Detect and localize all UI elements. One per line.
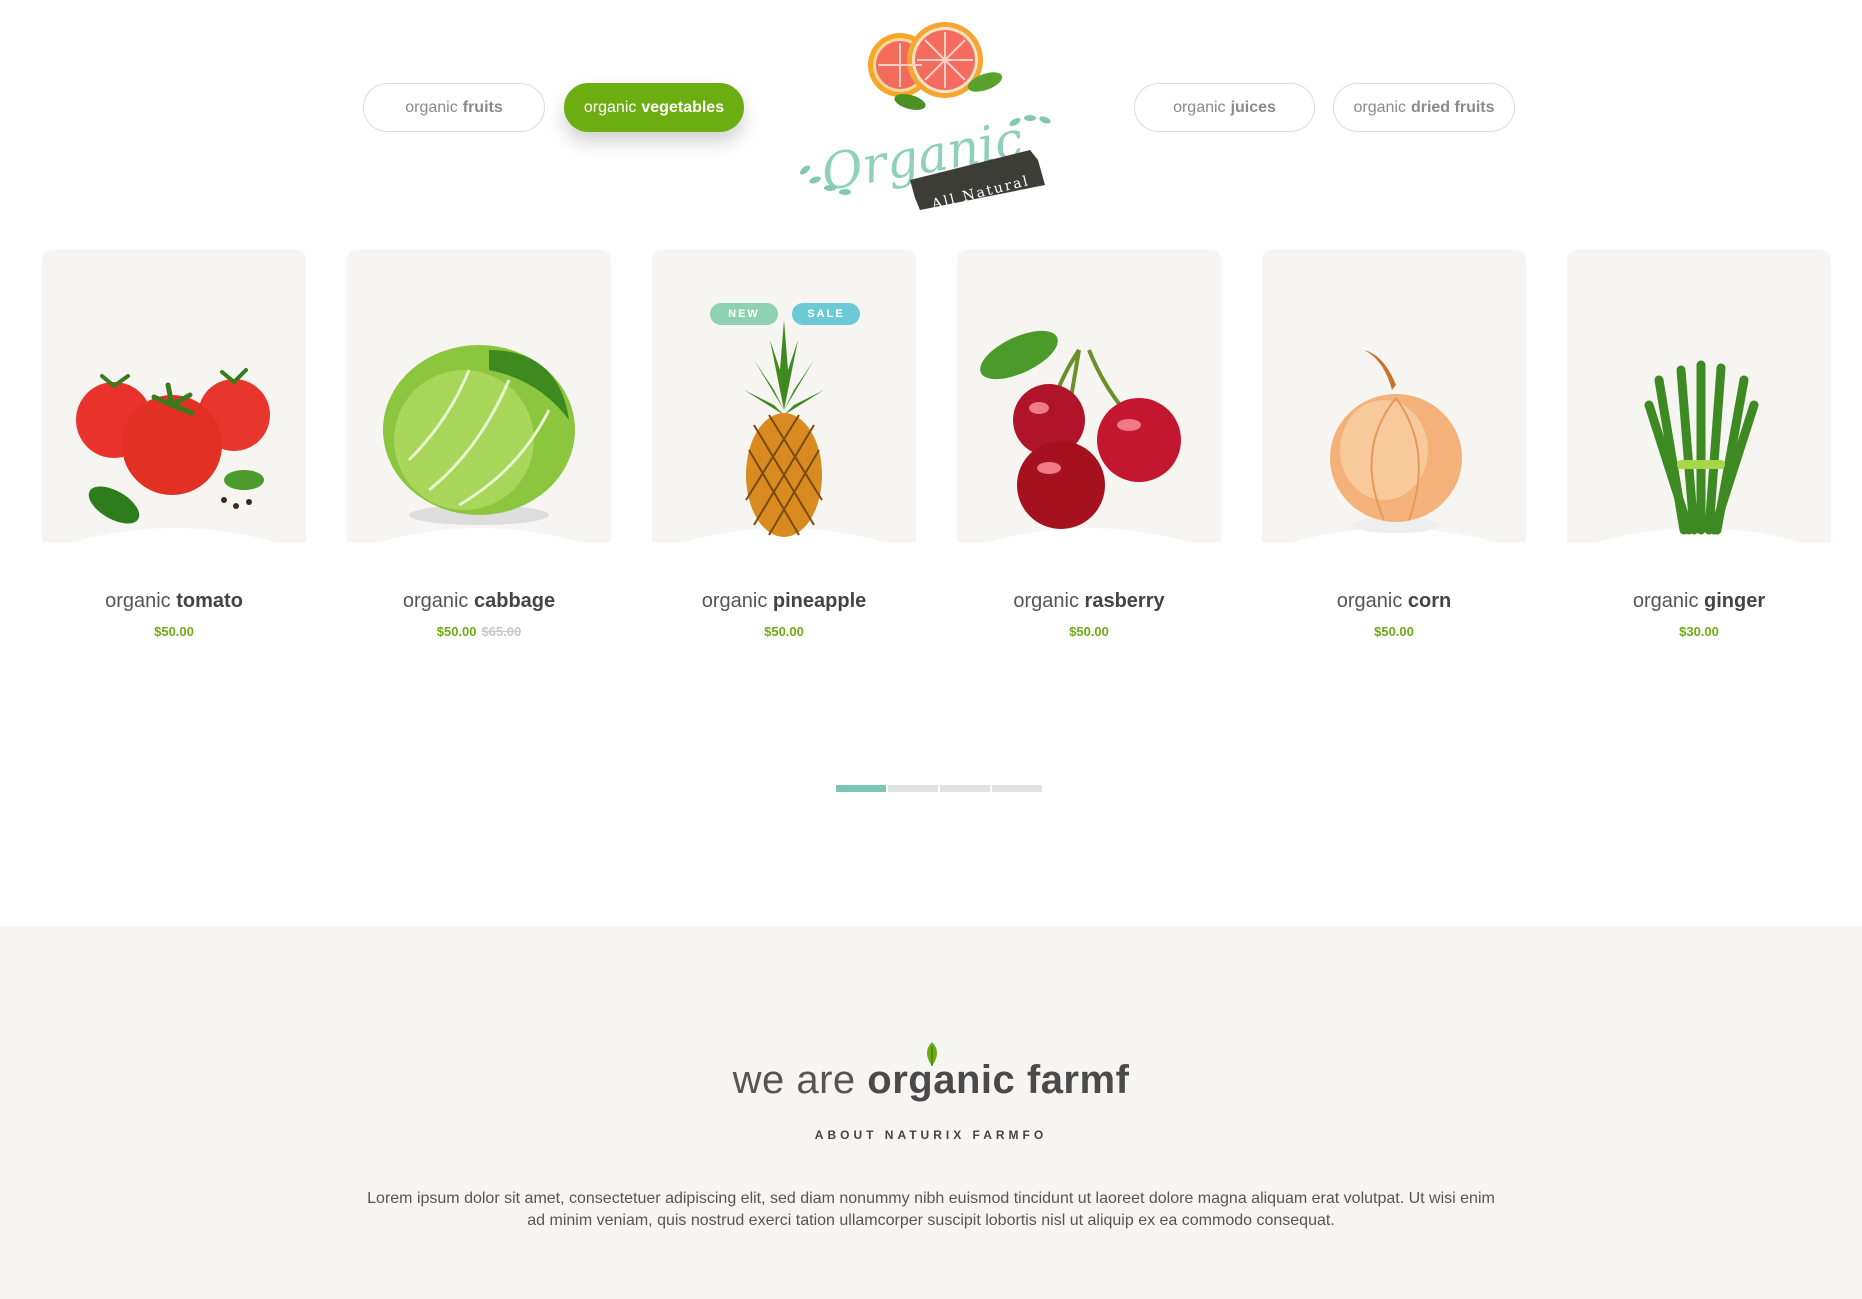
tab-label: juices [1230, 98, 1276, 116]
product-card[interactable]: organic cabbage $50.00 $65.00 [347, 250, 611, 650]
product-price: $50.00 [764, 624, 804, 639]
cherry-image [980, 330, 1181, 529]
product-prefix: organic [402, 590, 469, 612]
pager-dot-2[interactable] [888, 785, 938, 792]
product-title[interactable]: organic ginger [1567, 590, 1831, 613]
tab-label: dried fruits [1410, 98, 1495, 116]
product-prefix: organic [1336, 590, 1403, 612]
asparagus-image [1644, 360, 1759, 535]
product-price-row: $50.00 [42, 624, 306, 639]
tab-organic-juices[interactable]: organic juices [1134, 83, 1315, 132]
product-old-price: $65.00 [481, 624, 522, 639]
product-price-row: $50.00 [652, 624, 916, 639]
product-prefix: organic [105, 590, 171, 612]
tab-prefix: organic [1173, 98, 1226, 116]
product-carousel: organic tomato $50.00 organic cabbage $5… [0, 250, 1862, 670]
product-card[interactable]: NEW SALE organic pineapple $50.00 [652, 250, 916, 650]
onion-image [1330, 350, 1462, 533]
about-title-light: we are [732, 1058, 856, 1102]
product-card[interactable]: organic corn $50.00 [1262, 250, 1526, 650]
about-subtitle: ABOUT NATURIX FARMFO [814, 1128, 1048, 1142]
product-price: $50.00 [154, 624, 194, 639]
product-name: rasberry [1084, 590, 1165, 612]
product-name: ginger [1704, 590, 1766, 612]
product-name: cabbage [474, 590, 556, 612]
tab-label: fruits [462, 98, 503, 116]
product-title[interactable]: organic rasberry [957, 590, 1221, 613]
about-text: Lorem ipsum dolor sit amet, consectetuer… [367, 1190, 1495, 1229]
product-price: $50.00 [1069, 624, 1109, 639]
product-price: $50.00 [436, 624, 477, 639]
tab-organic-fruits[interactable]: organic fruits [363, 83, 545, 132]
about-section: we are organic farmf ABOUT NATURIX FARMF… [0, 926, 1862, 1299]
tab-label: vegetables [641, 98, 725, 116]
organic-logo[interactable]: Organic All Natural [790, 10, 1090, 210]
category-tabs: organic fruits organic vegetables organic j… [0, 0, 1862, 230]
pager-dot-1[interactable] [836, 785, 886, 792]
product-price-row: $50.00 [957, 624, 1221, 639]
product-card[interactable]: organic ginger $30.00 [1567, 250, 1831, 650]
product-name: pineapple [772, 590, 867, 612]
product-name: corn [1407, 590, 1452, 612]
product-prefix: organic [1013, 590, 1079, 612]
product-price: $30.00 [1679, 624, 1719, 639]
product-price-row: $50.00 $65.00 [347, 624, 611, 639]
tab-organic-dried-fruits[interactable]: organic dried fruits [1333, 83, 1515, 132]
tab-organic-vegetables[interactable]: organic vegetables [564, 83, 744, 132]
pineapple-image [744, 320, 824, 537]
product-card[interactable]: organic tomato $50.00 [42, 250, 306, 650]
tomato-image [76, 368, 270, 524]
about-title-bold: organic farmf [867, 1058, 1130, 1102]
tab-prefix: organic [405, 98, 458, 116]
product-price-row: $50.00 [1262, 624, 1526, 639]
about-title: we are organic farmf [0, 1058, 1862, 1103]
product-title[interactable]: organic corn [1262, 590, 1526, 613]
cabbage-image [383, 345, 575, 525]
product-price: $50.00 [1374, 624, 1414, 639]
product-prefix: organic [701, 590, 768, 612]
product-prefix: organic [1632, 590, 1699, 612]
product-title[interactable]: organic tomato [42, 590, 306, 613]
product-card[interactable]: organic rasberry $50.00 [957, 250, 1221, 650]
product-title[interactable]: organic cabbage [347, 590, 611, 613]
pager-dot-3[interactable] [940, 785, 990, 792]
product-price-row: $30.00 [1567, 624, 1831, 639]
tab-prefix: organic [1353, 98, 1406, 116]
carousel-pager [836, 785, 1042, 792]
tab-prefix: organic [583, 98, 637, 116]
pager-dot-4[interactable] [992, 785, 1042, 792]
product-title[interactable]: organic pineapple [652, 590, 916, 613]
product-name: tomato [176, 590, 243, 612]
